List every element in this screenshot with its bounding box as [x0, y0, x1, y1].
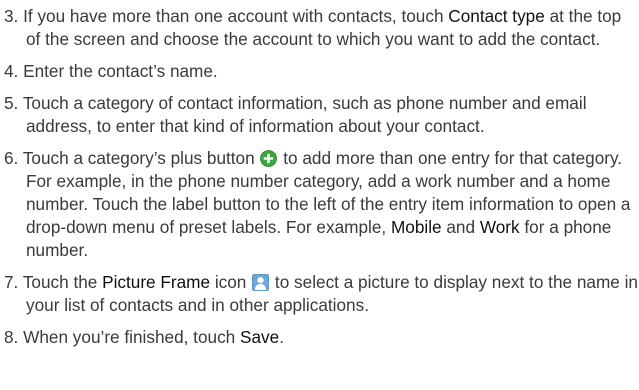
step-text: Enter the contact’s name. [23, 61, 218, 81]
picture-frame-icon [252, 274, 270, 291]
step-number: 5. [4, 93, 19, 113]
picture-frame-term: Picture Frame [102, 272, 211, 292]
document-page: 3. If you have more than one account wit… [0, 0, 639, 390]
step-3: 3. If you have more than one account wit… [4, 5, 639, 51]
step-4: 4. Enter the contact’s name. [4, 60, 639, 83]
step-text: icon [210, 272, 252, 292]
step-8: 8. When you’re finished, touch Save. [4, 326, 639, 349]
step-number: 8. [4, 327, 19, 347]
step-number: 7. [4, 272, 19, 292]
step-5: 5. Touch a category of contact informati… [4, 92, 639, 138]
step-text: Touch a category of contact information,… [22, 93, 587, 136]
save-term: Save [240, 327, 280, 347]
step-text: and [441, 217, 480, 237]
plus-circle-icon [260, 150, 278, 167]
step-number: 3. [4, 6, 19, 26]
step-number: 6. [4, 148, 19, 168]
step-text: If you have more than one account with c… [23, 6, 449, 26]
step-7: 7. Touch the Picture Frame icon to selec… [4, 271, 639, 317]
step-6: 6. Touch a category’s plus button to add… [4, 147, 639, 262]
step-text: . [279, 327, 284, 347]
step-number: 4. [4, 61, 19, 81]
step-text: Touch a category’s plus button [22, 148, 260, 168]
work-term: Work [479, 217, 520, 237]
step-text: When you’re finished, touch [23, 327, 240, 347]
step-text: Touch the [22, 272, 103, 292]
contact-type-term: Contact type [448, 6, 545, 26]
mobile-term: Mobile [390, 217, 442, 237]
